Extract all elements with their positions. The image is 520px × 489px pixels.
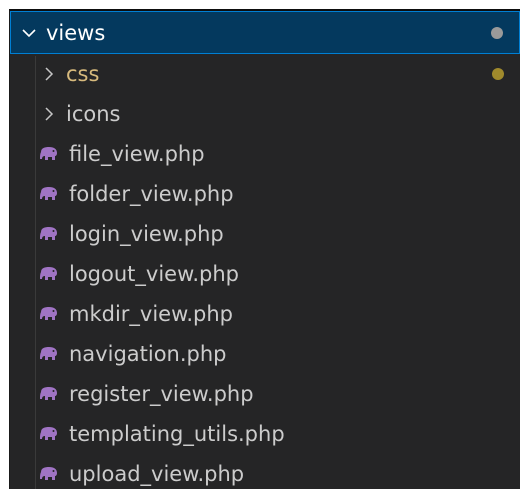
folder-css[interactable]: css [10, 54, 520, 94]
folder-icons[interactable]: icons [10, 94, 520, 134]
php-elephant-icon [36, 343, 62, 365]
file-item[interactable]: login_view.php [10, 214, 520, 254]
file-item[interactable]: file_view.php [10, 134, 520, 174]
file-item[interactable]: logout_view.php [10, 254, 520, 294]
file-label: templating_utils.php [69, 422, 285, 446]
file-label: register_view.php [69, 382, 254, 406]
file-label: mkdir_view.php [69, 302, 233, 326]
modified-dot [492, 68, 504, 80]
php-elephant-icon [36, 303, 62, 325]
folder-label: icons [66, 102, 121, 126]
chevron-right-icon[interactable] [38, 103, 60, 125]
file-label: file_view.php [69, 142, 205, 166]
folder-label: css [66, 62, 100, 86]
file-label: login_view.php [69, 222, 224, 246]
file-label: navigation.php [69, 342, 227, 366]
file-item[interactable]: navigation.php [10, 334, 520, 374]
php-elephant-icon [36, 223, 62, 245]
php-elephant-icon [36, 463, 62, 485]
php-elephant-icon [36, 383, 62, 405]
file-item[interactable]: mkdir_view.php [10, 294, 520, 334]
file-label: logout_view.php [69, 262, 239, 286]
chevron-right-icon[interactable] [38, 63, 60, 85]
folder-label: views [46, 20, 106, 45]
file-label: upload_view.php [69, 462, 245, 486]
php-elephant-icon [36, 143, 62, 165]
php-elephant-icon [36, 423, 62, 445]
php-elephant-icon [36, 263, 62, 285]
folder-status-dot [491, 26, 503, 39]
file-explorer-panel: views css icons file_view.php folder_vie… [9, 9, 520, 489]
file-label: folder_view.php [69, 182, 234, 206]
folder-views[interactable]: views [10, 11, 520, 54]
php-elephant-icon [36, 183, 62, 205]
file-item[interactable]: templating_utils.php [10, 414, 520, 454]
file-item[interactable]: folder_view.php [10, 174, 520, 214]
file-item[interactable]: register_view.php [10, 374, 520, 414]
chevron-down-icon[interactable] [18, 22, 40, 44]
file-item[interactable]: upload_view.php [10, 454, 520, 489]
